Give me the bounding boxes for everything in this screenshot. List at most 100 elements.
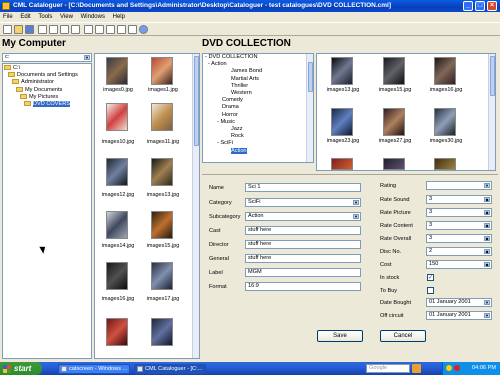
tree-item-action[interactable]: - Action	[205, 61, 310, 68]
to-buy-checkbox[interactable]	[427, 287, 434, 294]
close-button[interactable]: ×	[487, 1, 497, 11]
tree-item-my-documents[interactable]: My Documents	[4, 87, 90, 94]
tree-item-scifi[interactable]: - SciFi	[205, 140, 310, 147]
in-stock-checkbox[interactable]: ✓	[427, 274, 434, 281]
spinner-icon[interactable]: ◆	[484, 262, 490, 267]
disc-no-stepper[interactable]: 2 ◆	[426, 247, 492, 256]
preview-icon[interactable]	[95, 25, 104, 34]
open-folder-icon[interactable]	[14, 25, 23, 34]
tree-item-documents-and-settings[interactable]: Documents and Settings	[4, 72, 90, 79]
save-button[interactable]: Save	[317, 330, 363, 342]
file-thumbnail-image[interactable]	[151, 158, 173, 186]
tree-item-james-bond[interactable]: James Bond	[205, 68, 310, 75]
tree-item-scifi-action[interactable]: Action	[205, 147, 310, 155]
app-icon[interactable]	[2, 2, 10, 10]
rating-select[interactable]: ▼	[426, 181, 492, 190]
chevron-down-icon[interactable]: ▼	[484, 183, 490, 188]
spinner-icon[interactable]: ◆	[484, 249, 490, 254]
collection-thumbnail-image[interactable]	[434, 108, 456, 136]
print-icon[interactable]	[84, 25, 93, 34]
tree-item-jazz[interactable]: Jazz	[205, 126, 310, 133]
folder-tree[interactable]: C:\ Documents and Settings Administrator…	[2, 63, 92, 359]
chevron-down-icon[interactable]: ▼	[484, 313, 490, 318]
chevron-down-icon[interactable]: ▼	[484, 300, 490, 305]
task-catscreen[interactable]: catscreen - Windows ...	[58, 364, 130, 374]
collection-thumbnail-image[interactable]	[383, 57, 405, 85]
rate-overall-stepper[interactable]: 3 ◆	[426, 234, 492, 243]
search-go-icon[interactable]	[412, 364, 421, 373]
file-thumbnail-image[interactable]	[151, 318, 173, 346]
tree-item-western[interactable]: Western	[205, 90, 310, 97]
rate-content-stepper[interactable]: 3 ◆	[426, 221, 492, 230]
menu-view[interactable]: View	[60, 12, 73, 22]
cost-stepper[interactable]: 150 ◆	[426, 260, 492, 269]
minimize-button[interactable]: _	[463, 1, 473, 11]
save-icon[interactable]	[25, 25, 34, 34]
file-thumbnail-image[interactable]	[151, 57, 173, 85]
tree-item-horror[interactable]: Horror	[205, 112, 310, 119]
tree-item-dvd-collection[interactable]: - DVD COLLECTION	[205, 54, 310, 61]
menu-file[interactable]: File	[3, 12, 13, 22]
file-thumbnail-image[interactable]	[106, 211, 128, 239]
tray-icon[interactable]	[446, 365, 452, 371]
collapse-icon[interactable]: -	[205, 54, 207, 60]
subcategory-select[interactable]: Action ▼	[245, 212, 361, 221]
task-cml-cataloguer[interactable]: CML Cataloguer - [C:...	[134, 364, 206, 374]
file-thumbnail-image[interactable]	[151, 211, 173, 239]
menu-help[interactable]: Help	[113, 12, 125, 22]
delete-icon[interactable]	[71, 25, 80, 34]
cut-icon[interactable]	[38, 25, 47, 34]
file-thumbnail-panel[interactable]	[94, 53, 200, 359]
collection-thumbnail-image[interactable]	[331, 57, 353, 85]
tree-item-rock[interactable]: Rock	[205, 133, 310, 140]
maximize-button[interactable]: □	[475, 1, 485, 11]
file-thumbnail-image[interactable]	[106, 57, 128, 85]
tree-item-dvd-covers[interactable]: DVD COVERS	[4, 101, 90, 108]
collection-thumbnail-image[interactable]	[331, 108, 353, 136]
tree-item-drama[interactable]: Drama	[205, 104, 310, 111]
label-input[interactable]: MGM	[245, 268, 361, 277]
tree-item-martial-arts[interactable]: Martial Arts	[205, 76, 310, 83]
tree-item-administrator[interactable]: Administrator	[4, 79, 90, 86]
tray-icon[interactable]	[454, 365, 460, 371]
name-input[interactable]: Sci 1	[245, 183, 361, 192]
properties-icon[interactable]	[128, 25, 137, 34]
help-icon[interactable]	[139, 25, 148, 34]
chevron-down-icon[interactable]: ▼	[84, 55, 90, 60]
scrollbar-thumb[interactable]	[194, 56, 199, 146]
copy-icon[interactable]	[49, 25, 58, 34]
collection-thumbnail-image[interactable]	[383, 108, 405, 136]
collapse-icon[interactable]: -	[208, 61, 210, 67]
cast-input[interactable]: stuff here	[245, 226, 361, 235]
collection-panel-scrollbar[interactable]	[488, 54, 495, 170]
spinner-icon[interactable]: ◆	[484, 197, 490, 202]
chevron-down-icon[interactable]: ▼	[353, 200, 359, 205]
tree-item-c-drive[interactable]: C:\	[4, 65, 90, 72]
google-search-input[interactable]: Google	[366, 364, 410, 373]
spinner-icon[interactable]: ◆	[484, 223, 490, 228]
tree-item-comedy[interactable]: Comedy	[205, 97, 310, 104]
file-thumbnail-image[interactable]	[151, 262, 173, 290]
file-thumbnail-image[interactable]	[106, 103, 128, 131]
menu-tools[interactable]: Tools	[38, 12, 52, 22]
general-input[interactable]: stuff here	[245, 254, 361, 263]
file-thumbnail-image[interactable]	[151, 103, 173, 131]
tree-item-thriller[interactable]: Thriller	[205, 83, 310, 90]
date-bought-picker[interactable]: 01 January 2001 ▼	[426, 298, 492, 307]
thumbnail-view-icon[interactable]	[117, 25, 126, 34]
menu-edit[interactable]: Edit	[20, 12, 30, 22]
off-circuit-picker[interactable]: 01 January 2001 ▼	[426, 311, 492, 320]
format-input[interactable]: 16:9	[245, 282, 361, 291]
collection-thumbnail-image[interactable]	[331, 158, 353, 170]
chevron-down-icon[interactable]: ▼	[353, 214, 359, 219]
drive-select[interactable]: c: ▼	[2, 53, 92, 62]
collection-thumbnail-image[interactable]	[434, 158, 456, 170]
collection-thumbnail-image[interactable]	[383, 158, 405, 170]
file-panel-scrollbar[interactable]	[192, 54, 199, 358]
paste-icon[interactable]	[60, 25, 69, 34]
menu-windows[interactable]: Windows	[81, 12, 105, 22]
tree-item-music[interactable]: - Music	[205, 119, 310, 126]
list-view-icon[interactable]	[106, 25, 115, 34]
file-thumbnail-image[interactable]	[106, 262, 128, 290]
scrollbar-thumb[interactable]	[490, 56, 495, 96]
